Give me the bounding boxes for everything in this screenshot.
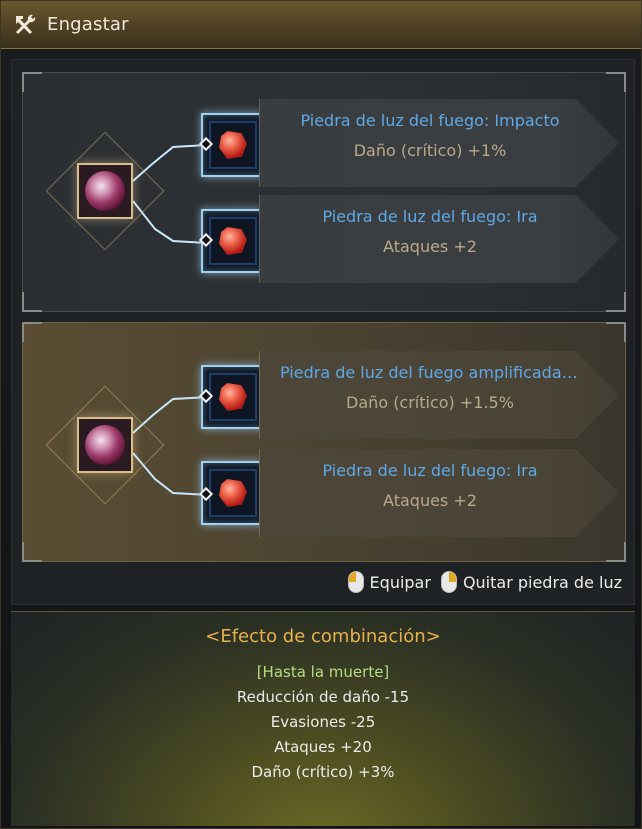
combination-effect: Reducción de daño -15 [236, 688, 410, 706]
slot-info-2: Piedra de luz del fuego: Ira Ataques +2 [259, 449, 619, 537]
corner-ornament [606, 542, 626, 562]
main-stone-slot[interactable] [77, 163, 133, 219]
slot-info-2: Piedra de luz del fuego: Ira Ataques +2 [259, 195, 619, 283]
stone-name: Piedra de luz del fuego: Impacto [300, 111, 560, 130]
combination-title: <Efecto de combinación> [205, 626, 441, 647]
red-crystal-icon [219, 383, 247, 411]
window-title: Engastar [47, 14, 129, 35]
slot-info-1: Piedra de luz del fuego: Impacto Daño (c… [259, 99, 619, 187]
engrave-panel-2[interactable]: Piedra de luz del fuego amplificada: I..… [22, 322, 626, 562]
hammer-wrench-icon [11, 11, 39, 39]
mouse-left-click-icon [347, 571, 364, 593]
combination-effect-panel: <Efecto de combinación> [Hasta la muerte… [11, 611, 635, 826]
purple-gem-icon [85, 425, 125, 465]
engastar-window: Engastar Piedra de luz del fuego: Impact… [0, 0, 642, 829]
red-crystal-icon [219, 131, 247, 159]
stone-stat: Ataques +2 [383, 491, 477, 510]
corner-ornament [22, 322, 42, 342]
combination-condition: [Hasta la muerte] [256, 663, 390, 681]
combination-effect: Daño (crítico) +3% [251, 763, 395, 781]
equip-label: Equipar [369, 572, 431, 592]
action-hints: Equipar Quitar piedra de luz [347, 568, 622, 596]
equip-action[interactable]: Equipar [347, 571, 431, 593]
purple-gem-icon [85, 171, 125, 211]
corner-ornament [22, 542, 42, 562]
corner-ornament [606, 72, 626, 92]
stone-stat: Daño (crítico) +1.5% [346, 393, 514, 412]
red-crystal-icon [219, 227, 247, 255]
remove-stone-action[interactable]: Quitar piedra de luz [440, 571, 622, 593]
stone-name: Piedra de luz del fuego amplificada: I..… [280, 363, 580, 382]
engrave-panel-1[interactable]: Piedra de luz del fuego: Impacto Daño (c… [22, 72, 626, 312]
remove-stone-label: Quitar piedra de luz [462, 572, 622, 592]
combination-effect: Evasiones -25 [270, 713, 376, 731]
red-crystal-icon [219, 479, 247, 507]
corner-ornament [606, 322, 626, 342]
corner-ornament [22, 292, 42, 312]
title-bar: Engastar [1, 1, 641, 49]
corner-ornament [606, 292, 626, 312]
stone-name: Piedra de luz del fuego: Ira [322, 461, 538, 480]
main-stone-slot[interactable] [77, 417, 133, 473]
mouse-right-click-icon [440, 571, 457, 593]
slot-info-1: Piedra de luz del fuego amplificada: I..… [259, 351, 619, 439]
stone-name: Piedra de luz del fuego: Ira [322, 207, 538, 226]
corner-ornament [22, 72, 42, 92]
stone-stat: Ataques +2 [383, 237, 477, 256]
stone-stat: Daño (crítico) +1% [353, 141, 507, 160]
combination-effect: Ataques +20 [274, 738, 372, 756]
engrave-slots-area: Piedra de luz del fuego: Impacto Daño (c… [11, 59, 635, 605]
